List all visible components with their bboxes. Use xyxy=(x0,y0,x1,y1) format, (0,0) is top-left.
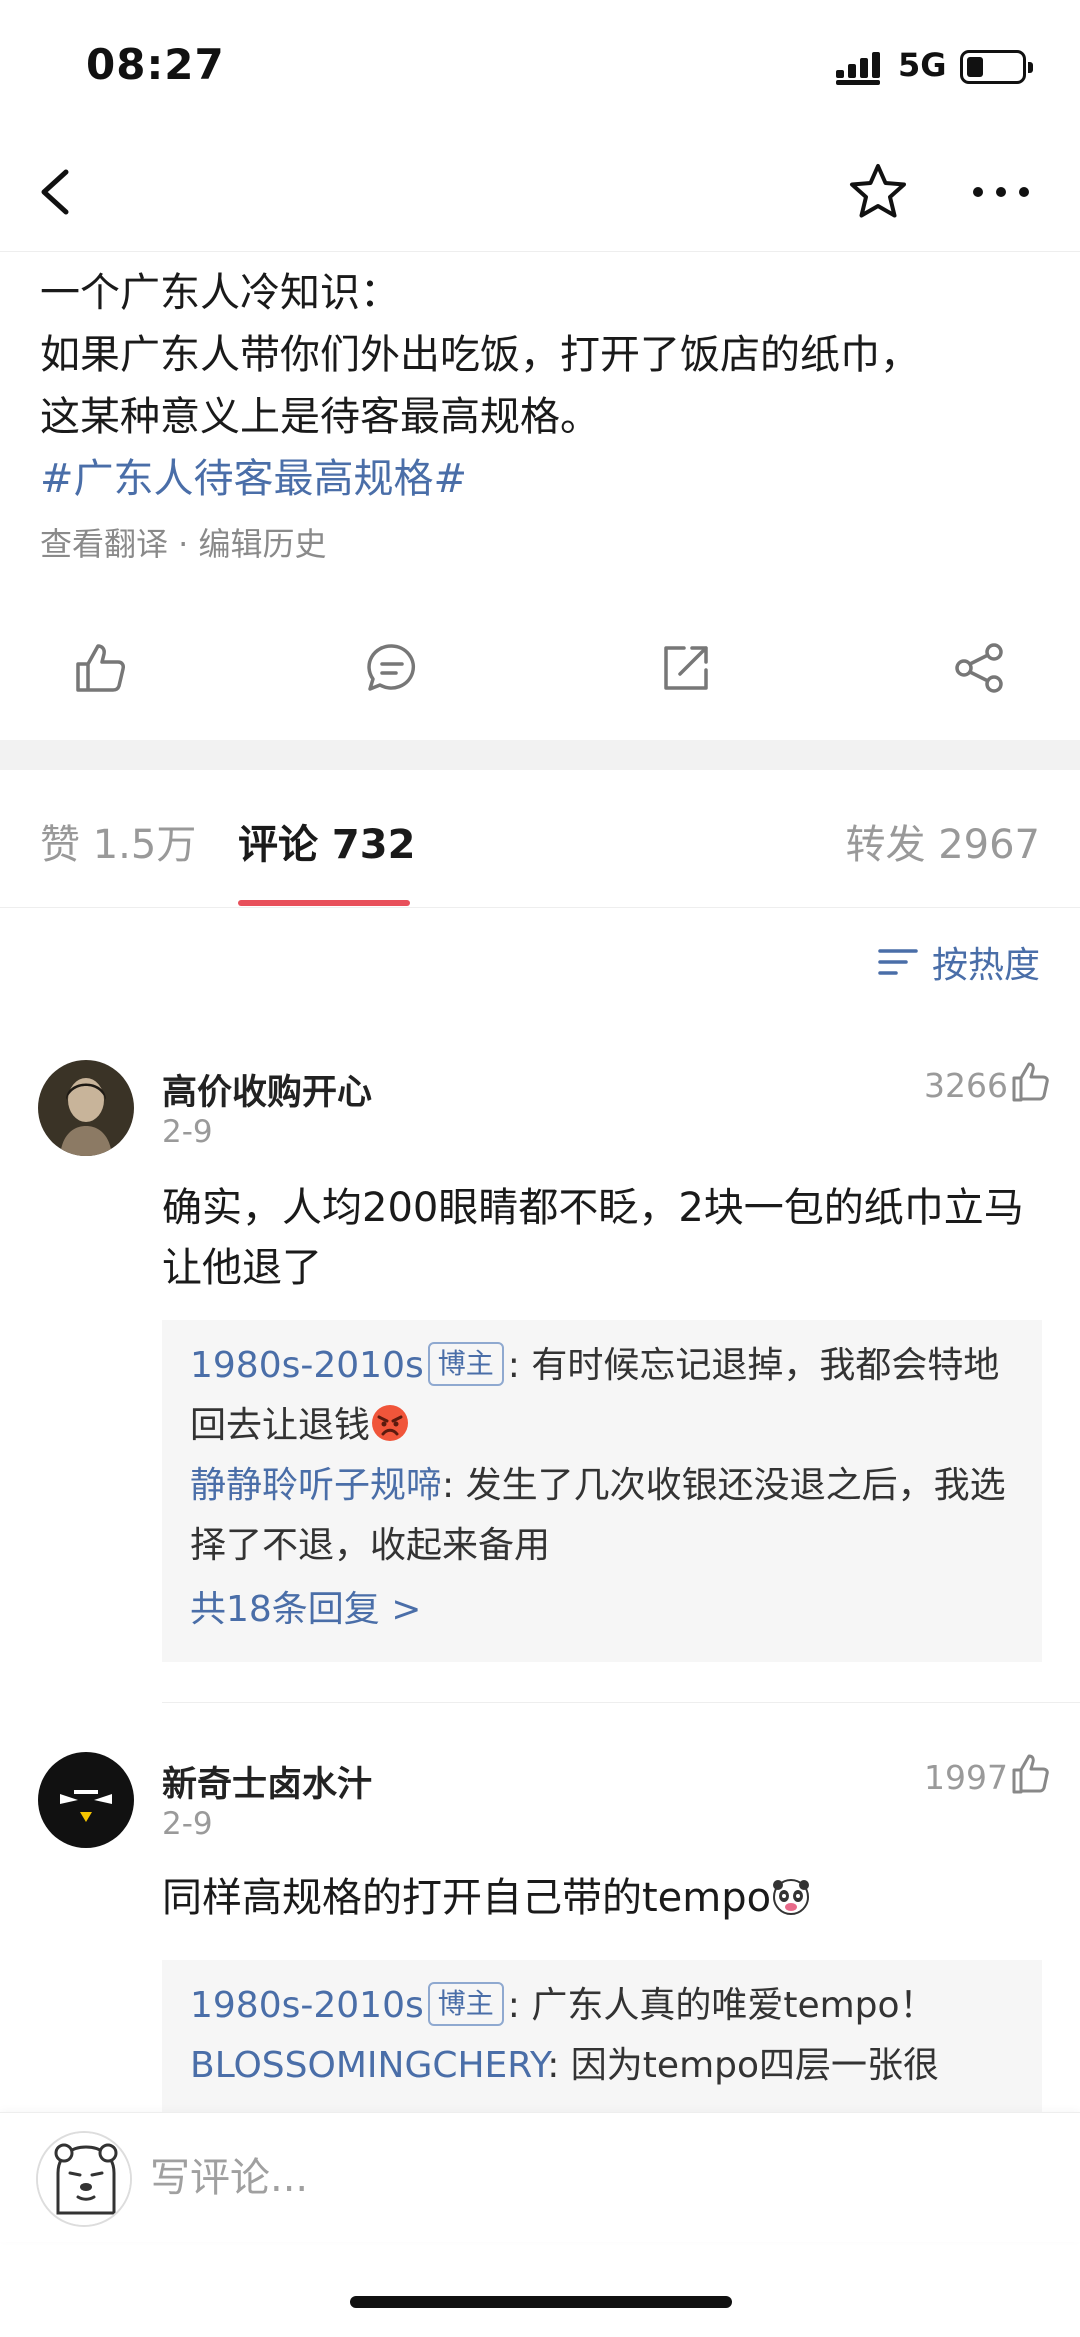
reply-text: : 广东人真的唯爱tempo！ xyxy=(507,1985,936,2026)
comment-icon[interactable] xyxy=(364,640,420,696)
like-icon[interactable] xyxy=(72,640,128,696)
post-meta-links[interactable]: 查看翻译 · 编辑历史 xyxy=(40,514,1050,574)
comment-divider xyxy=(162,1702,1080,1703)
avatar[interactable] xyxy=(38,1752,134,1848)
avatar[interactable] xyxy=(38,1060,134,1156)
angry-face-icon xyxy=(372,1405,409,1441)
reply-line: 静静聆听子规啼: 发生了几次收银还没退之后，我选择了不退，收起来备用 xyxy=(190,1456,1014,1576)
comment-input[interactable] xyxy=(150,2143,1040,2213)
comment-text: 确实，人均200眼睛都不眨，2块一包的纸巾立马让他退了 xyxy=(162,1185,1024,1291)
tab-reposts[interactable]: 转发 2967 xyxy=(845,812,1040,870)
comment-date: 2-9 xyxy=(162,1114,213,1150)
post-text-line: 这某种意义上是待客最高规格。 xyxy=(40,394,600,440)
reply-author[interactable]: BLOSSOMINGCHERY xyxy=(190,2045,547,2086)
reply-line: BLOSSOMINGCHERY: 因为tempo四层一张很 xyxy=(190,2036,1014,2096)
tab-likes[interactable]: 赞 1.5万 xyxy=(40,812,196,870)
post-hashtag[interactable]: #广东人待客最高规格# xyxy=(40,448,1050,510)
author-badge: 博主 xyxy=(427,1982,504,2026)
comment-like-count: 1997 xyxy=(924,1758,1008,1797)
comment-author[interactable]: 新奇士卤水汁 xyxy=(162,1756,372,1807)
share-icon[interactable] xyxy=(952,640,1008,696)
network-label: 5G xyxy=(898,46,947,84)
post-body: 一个广东人冷知识： 如果广东人带你们外出吃饭，打开了饭店的纸巾， 这某种意义上是… xyxy=(40,262,1050,574)
reply-box[interactable]: 1980s-2010s 博主: 有时候忘记退掉，我都会特地回去让退钱 静静聆听子规… xyxy=(162,1320,1042,1662)
sort-button[interactable]: 按热度 xyxy=(878,936,1040,988)
status-time: 08:27 xyxy=(86,40,225,89)
comment-text: 同样高规格的打开自己带的tempo xyxy=(162,1875,772,1921)
sort-icon xyxy=(878,949,918,975)
signal-icon xyxy=(836,52,880,85)
reply-line: 1980s-2010s 博主: 有时候忘记退掉，我都会特地回去让退钱 xyxy=(190,1336,1014,1456)
post-actions xyxy=(0,630,1080,710)
comment-date: 2-9 xyxy=(162,1806,213,1842)
sort-label: 按热度 xyxy=(931,945,1040,986)
more-icon[interactable] xyxy=(966,160,1036,224)
back-icon[interactable] xyxy=(30,160,86,224)
view-all-replies-link[interactable]: 共18条回复 > xyxy=(190,1580,1014,1640)
comment-like-count: 3266 xyxy=(924,1066,1008,1105)
status-bar: 08:27 5G xyxy=(0,0,1080,130)
reply-author[interactable]: 静静聆听子规啼 xyxy=(190,1465,442,1506)
repost-icon[interactable] xyxy=(658,640,714,696)
comment-item: 新奇士卤水汁 2-9 1997 同样高规格的打开自己带的tempo 1980s-… xyxy=(0,1752,1080,2132)
reply-box[interactable]: 1980s-2010s 博主: 广东人真的唯爱tempo！ BLOSSOMINGC… xyxy=(162,1960,1042,2120)
interaction-tabs: 赞 1.5万 评论 732 转发 2967 xyxy=(0,770,1080,908)
tab-comments[interactable]: 评论 732 xyxy=(238,812,415,870)
reply-author[interactable]: 1980s-2010s xyxy=(190,1345,424,1386)
nav-bar xyxy=(0,130,1080,252)
thumbs-up-icon[interactable] xyxy=(1010,1752,1050,1796)
comment-text-row: 同样高规格的打开自己带的tempo xyxy=(162,1868,1042,1928)
favorite-star-icon[interactable] xyxy=(846,160,910,224)
battery-icon xyxy=(960,50,1033,84)
comment-author[interactable]: 高价收购开心 xyxy=(162,1064,372,1115)
comment-item: 高价收购开心 2-9 3266 确实，人均200眼睛都不眨，2块一包的纸巾立马让… xyxy=(0,1060,1080,1680)
active-tab-indicator xyxy=(238,900,410,906)
thumbs-up-icon[interactable] xyxy=(1010,1060,1050,1104)
panda-face-icon xyxy=(773,1879,810,1915)
post-text-line: 如果广东人带你们外出吃饭，打开了饭店的纸巾， xyxy=(40,332,920,378)
my-avatar[interactable] xyxy=(36,2131,132,2227)
home-indicator[interactable] xyxy=(350,2296,732,2308)
author-badge: 博主 xyxy=(427,1342,504,1386)
reply-line: 1980s-2010s 博主: 广东人真的唯爱tempo！ xyxy=(190,1976,1014,2036)
reply-text: : 因为tempo四层一张很 xyxy=(547,2045,940,2086)
reply-author[interactable]: 1980s-2010s xyxy=(190,1985,424,2026)
post-text-line: 一个广东人冷知识： xyxy=(40,270,400,316)
comment-composer xyxy=(0,2112,1080,2242)
section-divider xyxy=(0,740,1080,770)
